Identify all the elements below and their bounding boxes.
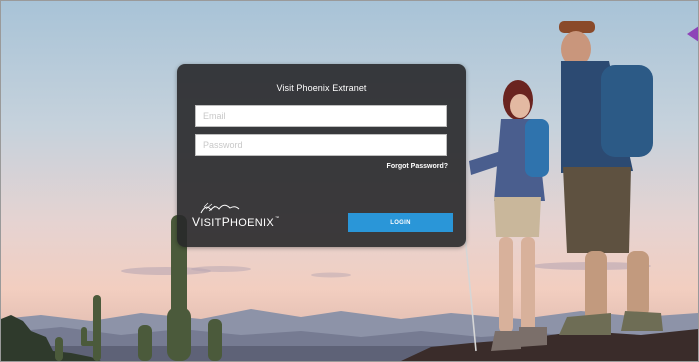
mountain-logo-icon bbox=[200, 202, 240, 214]
logo-wordmark: VISITPHOENIX™ bbox=[192, 215, 280, 229]
login-button[interactable]: LOGIN bbox=[348, 213, 453, 232]
email-field[interactable] bbox=[195, 105, 447, 127]
visit-phoenix-logo: VISITPHOENIX™ bbox=[192, 201, 280, 229]
card-title: Visit Phoenix Extranet bbox=[276, 83, 367, 93]
password-field[interactable] bbox=[195, 134, 447, 156]
page-frame: Visit Phoenix Extranet Forgot Password? … bbox=[0, 0, 699, 362]
login-card: Visit Phoenix Extranet Forgot Password? … bbox=[177, 64, 466, 247]
forgot-password-link[interactable]: Forgot Password? bbox=[387, 163, 448, 170]
chevron-left-icon[interactable] bbox=[687, 26, 699, 42]
